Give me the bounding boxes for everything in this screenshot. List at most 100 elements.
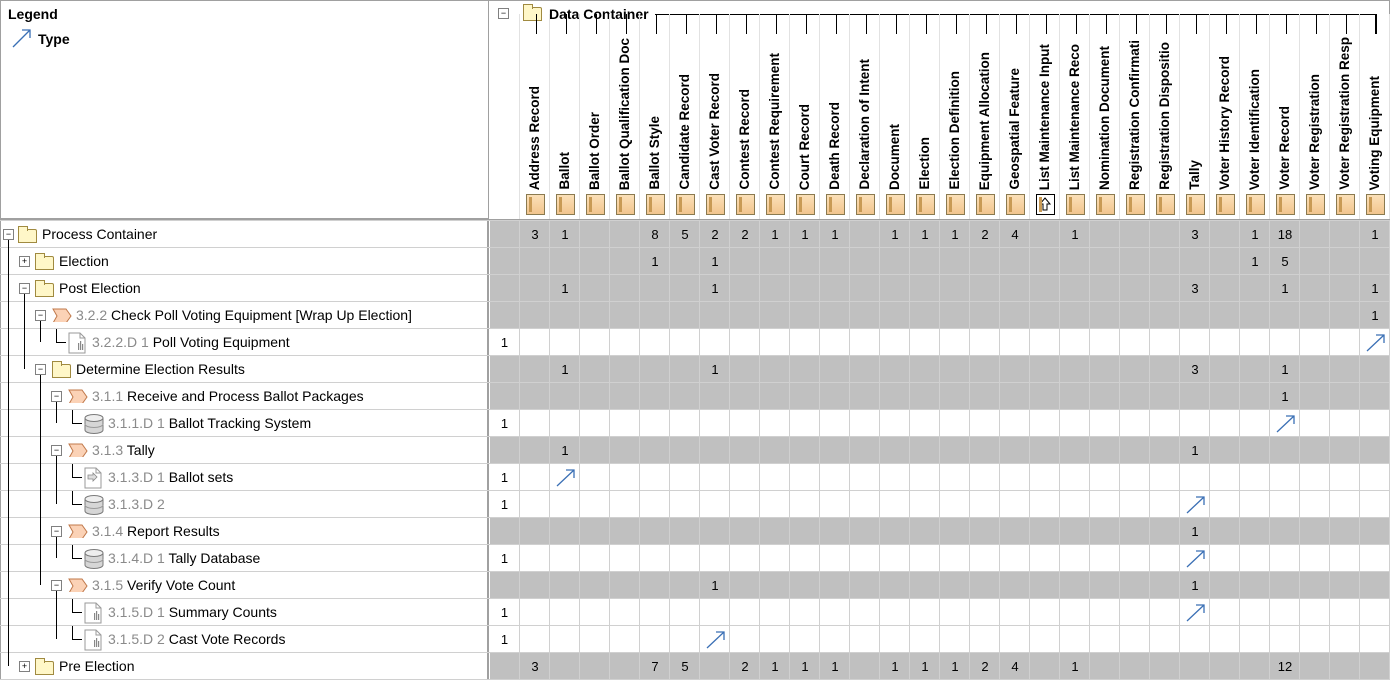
row-label[interactable]: Pre Election — [59, 653, 134, 680]
row-label[interactable]: 3.2.2 Check Poll Voting Equipment [Wrap … — [76, 302, 412, 329]
matrix-cell[interactable]: 5 — [670, 653, 700, 680]
dependency-cell[interactable] — [550, 464, 580, 491]
element-icon[interactable] — [646, 194, 665, 215]
column-header[interactable]: Address Record — [520, 14, 550, 192]
column-header[interactable]: Document — [880, 14, 910, 192]
matrix-cell[interactable]: 1 — [640, 248, 670, 275]
element-icon[interactable] — [1066, 194, 1085, 215]
dependency-cell[interactable] — [1180, 491, 1210, 518]
expand-toggle[interactable]: + — [19, 256, 30, 267]
matrix-cell[interactable]: 1 — [1060, 221, 1090, 248]
matrix-cell[interactable]: 1 — [820, 653, 850, 680]
matrix-cell[interactable]: 1 — [1180, 437, 1210, 464]
element-icon[interactable] — [526, 194, 545, 215]
column-header[interactable]: Registration Confirmati — [1120, 14, 1150, 192]
matrix-cell[interactable]: 7 — [640, 653, 670, 680]
column-header[interactable]: Voter Identification — [1240, 14, 1270, 192]
row-label[interactable]: Post Election — [59, 275, 141, 302]
matrix-cell[interactable]: 2 — [730, 221, 760, 248]
row-label[interactable]: 3.1.3 Tally — [92, 437, 155, 464]
column-header[interactable]: Cast Voter Record — [700, 14, 730, 192]
collapse-toggle[interactable]: − — [51, 526, 62, 537]
matrix-cell[interactable]: 3 — [1180, 221, 1210, 248]
matrix-cell[interactable]: 5 — [1270, 248, 1300, 275]
element-icon[interactable] — [1186, 194, 1205, 215]
dependency-cell[interactable] — [1360, 329, 1390, 356]
collapse-toggle[interactable]: − — [19, 283, 30, 294]
dependency-cell[interactable] — [1180, 545, 1210, 572]
column-header[interactable]: List Maintenance Reco — [1060, 14, 1090, 192]
matrix-cell[interactable]: 5 — [670, 221, 700, 248]
element-icon[interactable] — [1126, 194, 1145, 215]
collapse-toggle[interactable]: − — [35, 310, 46, 321]
matrix-cell[interactable]: 2 — [730, 653, 760, 680]
matrix-cell[interactable]: 1 — [700, 356, 730, 383]
dependency-cell[interactable] — [700, 626, 730, 653]
matrix-cell[interactable]: 1 — [1180, 572, 1210, 599]
row-label[interactable]: 3.1.5 Verify Vote Count — [92, 572, 235, 599]
column-header[interactable]: Death Record — [820, 14, 850, 192]
collapse-toggle[interactable]: − — [51, 580, 62, 591]
matrix-cell[interactable]: 1 — [1270, 383, 1300, 410]
column-header[interactable]: Tally — [1180, 14, 1210, 192]
matrix-cell[interactable]: 1 — [760, 221, 790, 248]
matrix-cell[interactable]: 1 — [700, 572, 730, 599]
row-label[interactable]: 3.1.4 Report Results — [92, 518, 220, 545]
element-icon[interactable] — [946, 194, 965, 215]
matrix-cell[interactable]: 1 — [790, 653, 820, 680]
matrix-cell[interactable]: 3 — [520, 653, 550, 680]
column-header[interactable]: Geospatial Feature — [1000, 14, 1030, 192]
element-icon[interactable] — [1096, 194, 1115, 215]
matrix-cell[interactable]: 3 — [1180, 356, 1210, 383]
element-icon[interactable] — [1366, 194, 1385, 215]
selected-element-icon[interactable] — [1036, 194, 1055, 215]
matrix-cell[interactable]: 1 — [940, 221, 970, 248]
matrix-cell[interactable]: 3 — [1180, 275, 1210, 302]
matrix-cell[interactable]: 1 — [910, 221, 940, 248]
column-header[interactable]: Ballot Qualification Doc — [610, 14, 640, 192]
matrix-cell[interactable]: 1 — [880, 221, 910, 248]
element-icon[interactable] — [1246, 194, 1265, 215]
dependency-cell[interactable] — [1270, 410, 1300, 437]
row-label[interactable]: Election — [59, 248, 109, 275]
matrix-cell[interactable]: 4 — [1000, 653, 1030, 680]
column-header[interactable]: Ballot Style — [640, 14, 670, 192]
column-header[interactable]: Voter History Record — [1210, 14, 1240, 192]
column-header[interactable]: Equipment Allocation — [970, 14, 1000, 192]
element-icon[interactable] — [706, 194, 725, 215]
element-icon[interactable] — [1216, 194, 1235, 215]
matrix-cell[interactable]: 1 — [1270, 275, 1300, 302]
column-header[interactable]: Voting Equipment — [1360, 14, 1390, 192]
column-header[interactable]: Court Record — [790, 14, 820, 192]
row-label[interactable]: 3.1.1.D 1 Ballot Tracking System — [108, 410, 311, 437]
element-icon[interactable] — [586, 194, 605, 215]
matrix-cell[interactable]: 3 — [520, 221, 550, 248]
element-icon[interactable] — [616, 194, 635, 215]
matrix-cell[interactable]: 2 — [700, 221, 730, 248]
matrix-cell[interactable]: 2 — [970, 653, 1000, 680]
element-icon[interactable] — [1306, 194, 1325, 215]
collapse-data-container[interactable]: − — [498, 8, 509, 19]
column-header[interactable]: Registration Dispositio — [1150, 14, 1180, 192]
matrix-cell[interactable]: 1 — [700, 248, 730, 275]
column-header[interactable]: Voter Record — [1270, 14, 1300, 192]
row-label[interactable]: 3.1.4.D 1 Tally Database — [108, 545, 260, 572]
matrix-cell[interactable]: 1 — [550, 356, 580, 383]
matrix-cell[interactable]: 1 — [1360, 221, 1390, 248]
column-header[interactable]: Declaration of Intent — [850, 14, 880, 192]
column-header[interactable]: Election Definition — [940, 14, 970, 192]
element-icon[interactable] — [1336, 194, 1355, 215]
element-icon[interactable] — [766, 194, 785, 215]
matrix-cell[interactable]: 1 — [1270, 356, 1300, 383]
row-label[interactable]: 3.2.2.D 1 Poll Voting Equipment — [92, 329, 290, 356]
matrix-cell[interactable]: 1 — [820, 221, 850, 248]
element-icon[interactable] — [856, 194, 875, 215]
matrix-cell[interactable]: 2 — [970, 221, 1000, 248]
column-header[interactable]: Candidate Record — [670, 14, 700, 192]
row-label[interactable]: 3.1.5.D 1 Summary Counts — [108, 599, 277, 626]
matrix-cell[interactable]: 8 — [640, 221, 670, 248]
row-label[interactable]: Determine Election Results — [76, 356, 245, 383]
row-label[interactable]: 3.1.5.D 2 Cast Vote Records — [108, 626, 285, 653]
row-label[interactable]: 3.1.3.D 1 Ballot sets — [108, 464, 233, 491]
row-label[interactable]: 3.1.1 Receive and Process Ballot Package… — [92, 383, 364, 410]
